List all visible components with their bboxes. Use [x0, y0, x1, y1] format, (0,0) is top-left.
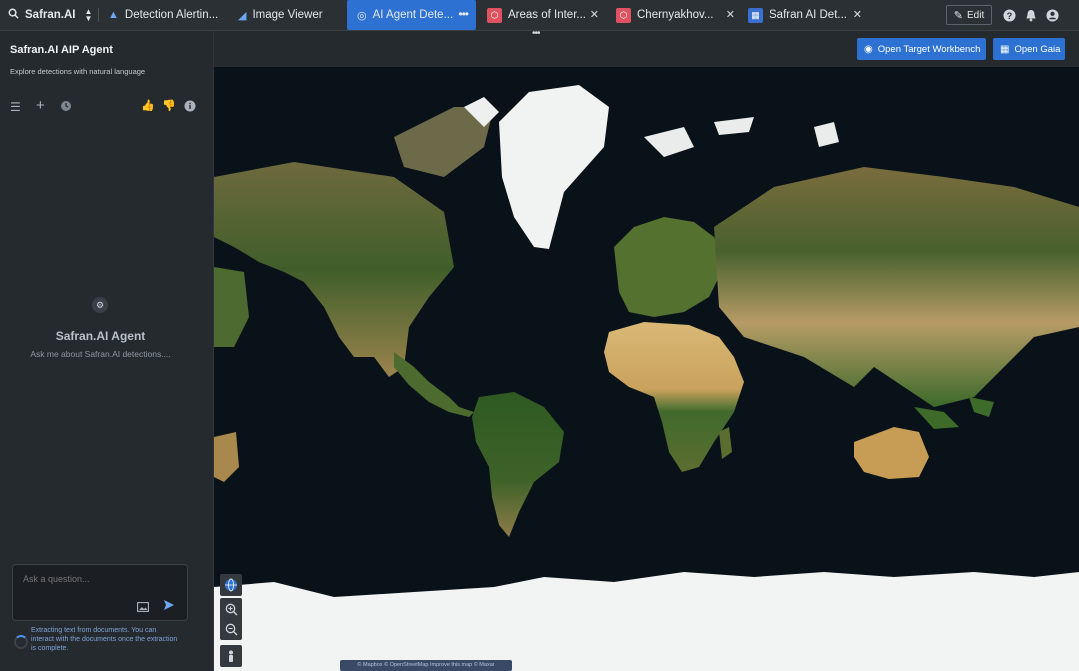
- divider: [98, 8, 99, 22]
- map-attribution: © Mapbox © OpenStreetMap Improve this ma…: [340, 660, 512, 671]
- target-icon: ◉: [864, 43, 873, 55]
- agent-prompt: Ask me about Safran.AI detections....: [30, 349, 171, 359]
- tab-detection-alerting[interactable]: ▲ Detection Alertin...: [108, 0, 228, 30]
- tab-chernyakhov[interactable]: ⬡ Chernyakhov... ✕: [616, 0, 741, 30]
- tab-label: Detection Alertin...: [124, 9, 219, 21]
- image-upload-icon[interactable]: [137, 599, 149, 617]
- tab-label: AI Agent Dete...: [372, 9, 454, 21]
- info-icon[interactable]: [184, 99, 196, 117]
- question-input[interactable]: [21, 573, 175, 585]
- send-icon[interactable]: [163, 598, 175, 616]
- tab-label: Chernyakhov...: [637, 9, 714, 21]
- tab-label: Safran AI Det...: [769, 9, 847, 21]
- chevron-updown-icon: ▲ ▼: [84, 7, 93, 23]
- search-icon: [8, 8, 19, 22]
- help-icon[interactable]: ?: [1003, 0, 1017, 30]
- dashboard-app-icon: ▦: [748, 7, 763, 23]
- tab-ai-agent[interactable]: ◎ AI Agent Dete... •••: [347, 0, 476, 30]
- street-view-icon[interactable]: [220, 645, 242, 667]
- tab-label: Areas of Inter...: [508, 9, 586, 21]
- history-icon[interactable]: [60, 99, 72, 117]
- tab-safran-ai-det[interactable]: ▦ Safran AI Det... ✕: [748, 0, 868, 30]
- satellite-basemap: [214, 67, 1079, 671]
- more-options-icon[interactable]: •••: [458, 7, 469, 21]
- pencil-icon: ✎: [953, 9, 963, 22]
- thumbs-down-icon[interactable]: 👎: [162, 99, 176, 112]
- world-map[interactable]: [214, 67, 1079, 671]
- edit-label: Edit: [966, 9, 985, 21]
- attribution-text: © Mapbox © OpenStreetMap Improve this ma…: [357, 662, 495, 668]
- open-target-workbench-button[interactable]: ◉ Open Target Workbench: [857, 38, 986, 60]
- globe-toggle-icon[interactable]: [220, 574, 242, 596]
- area-app-icon: ⬡: [487, 7, 502, 23]
- tab-bar: Safran.AI ▲ ▼ ▲ Detection Alertin... ◢ Im…: [0, 0, 1079, 31]
- open-gaia-button[interactable]: ▦ Open Gaia: [993, 38, 1065, 60]
- agent-avatar-icon: ⚙: [92, 297, 108, 313]
- image-icon: ◢: [238, 9, 247, 22]
- thumbs-up-icon[interactable]: 👍: [141, 99, 155, 112]
- button-label: Open Gaia: [1014, 43, 1061, 55]
- agent-sidebar: Safran.AI AIP Agent Explore detections w…: [0, 31, 214, 671]
- close-icon[interactable]: ✕: [853, 8, 862, 21]
- app-switcher[interactable]: Safran.AI ▲ ▼: [8, 0, 92, 30]
- tab-image-viewer[interactable]: ◢ Image Viewer: [238, 0, 338, 30]
- agent-name: Safran.AI Agent: [55, 329, 146, 343]
- area-app-icon: ⬡: [616, 7, 631, 23]
- tab-areas-of-interest[interactable]: ⬡ Areas of Inter... ✕: [487, 0, 605, 30]
- extraction-status: Extracting text from documents. You can …: [31, 627, 178, 652]
- close-icon[interactable]: ✕: [726, 8, 735, 21]
- page-title: Safran.AI AIP Agent: [10, 44, 113, 56]
- add-icon[interactable]: +: [36, 97, 45, 114]
- header-collapse-handle[interactable]: •••: [532, 28, 540, 39]
- bell-icon[interactable]: [1025, 0, 1039, 30]
- agent-icon: ◎: [357, 9, 367, 22]
- globe-grid-icon: ▦: [1000, 43, 1010, 55]
- loading-spinner-icon: [14, 635, 28, 649]
- app-label: Safran.AI: [25, 9, 76, 21]
- menu-icon[interactable]: ☰: [10, 100, 21, 114]
- question-box[interactable]: [12, 564, 188, 621]
- user-avatar-icon[interactable]: [1046, 0, 1060, 30]
- edit-button[interactable]: ✎ Edit: [946, 5, 992, 25]
- button-label: Open Target Workbench: [877, 43, 981, 55]
- tab-label: Image Viewer: [252, 9, 323, 21]
- svg-text:?: ?: [1007, 10, 1013, 20]
- page-subtitle: Explore detections with natural language: [10, 67, 146, 76]
- alert-triangle-icon: ▲: [108, 9, 119, 21]
- zoom-controls: [220, 598, 242, 640]
- close-icon[interactable]: ✕: [590, 8, 599, 21]
- zoom-in-icon[interactable]: [225, 599, 238, 619]
- zoom-out-icon[interactable]: [225, 619, 238, 639]
